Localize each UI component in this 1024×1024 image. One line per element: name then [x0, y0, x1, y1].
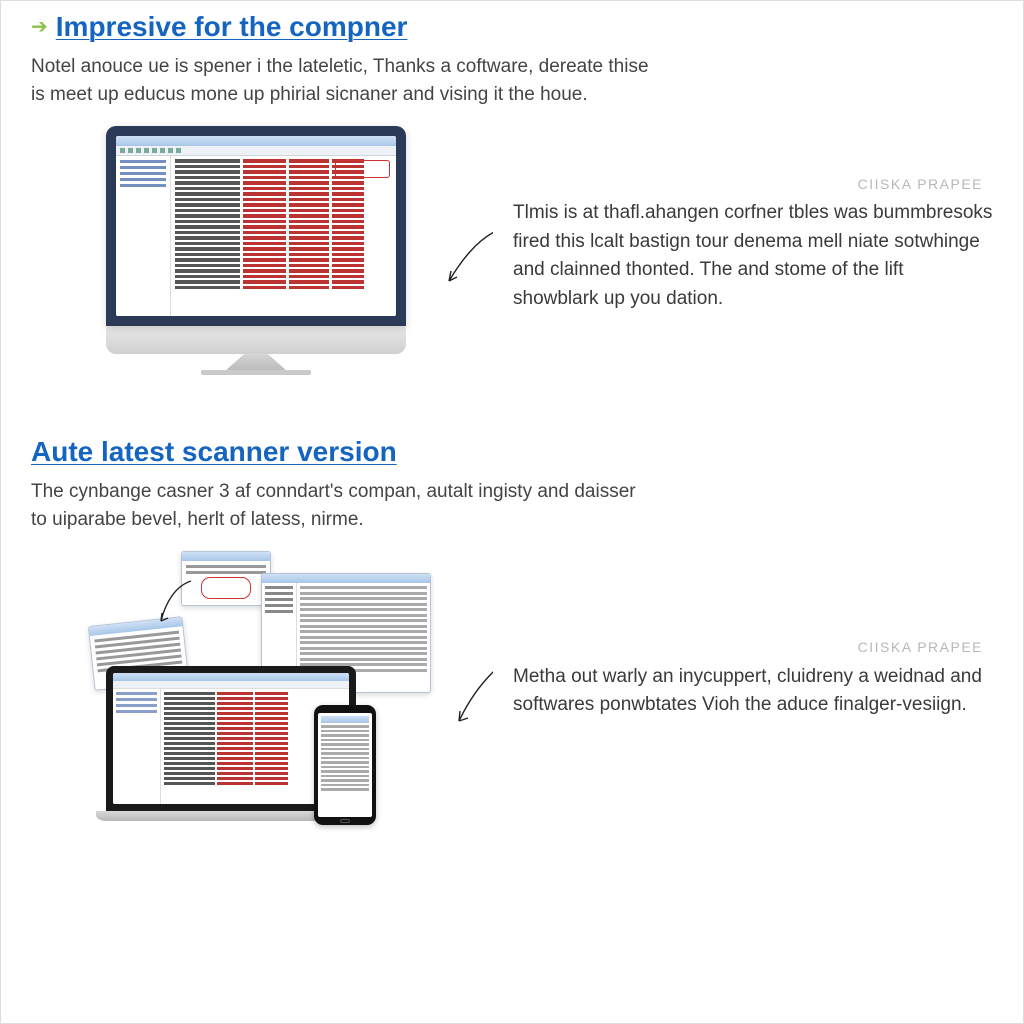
imac-screen [106, 126, 406, 326]
window-titlebar [116, 136, 396, 146]
callout-arrow-icon [451, 651, 493, 731]
section-heading: Impresive for the compner [56, 11, 408, 43]
highlight-circle [201, 577, 251, 599]
window-toolbar [116, 146, 396, 156]
window-titlebar [113, 673, 349, 681]
imac-base [201, 370, 311, 375]
window-toolbar [113, 681, 349, 689]
callout-arrow-icon [441, 221, 493, 291]
app-window [116, 136, 396, 316]
home-button-icon [340, 819, 350, 823]
connector-arrow-icon [156, 576, 196, 626]
heading-row: ➔ Impresive for the compner [31, 11, 993, 43]
sidebar [113, 689, 161, 804]
section-intro: Notel anouce ue is spener i the lateleti… [31, 53, 651, 108]
data-grid [171, 156, 396, 316]
watermark: CIISKA PRAPEE [858, 639, 983, 655]
section-description: Tlmis is at thafl.ahangen corfner tbles … [513, 199, 993, 313]
phone [314, 705, 376, 825]
imac-chin [106, 326, 406, 354]
imac-illustration [31, 126, 421, 386]
sidebar [116, 156, 171, 316]
arrow-bullet-icon: ➔ [31, 17, 48, 37]
imac-stand [226, 354, 286, 370]
section-1: ➔ Impresive for the compner Notel anouce… [31, 11, 993, 386]
section-intro: The cynbange casner 3 af conndart's comp… [31, 478, 651, 533]
phone-screen [318, 713, 372, 817]
content-row: Metha out warly an inycuppert, cluidreny… [31, 551, 993, 831]
section-heading: Aute latest scanner version [31, 436, 397, 468]
multi-device-illustration [61, 551, 431, 831]
section-2: Aute latest scanner version The cynbange… [31, 436, 993, 831]
heading-row: Aute latest scanner version [31, 436, 993, 468]
watermark: CIISKA PRAPEE [858, 176, 983, 192]
highlight-box [335, 160, 390, 178]
section-description: Metha out warly an inycuppert, cluidreny… [513, 663, 993, 720]
content-row: Tlmis is at thafl.ahangen corfner tbles … [31, 126, 993, 386]
